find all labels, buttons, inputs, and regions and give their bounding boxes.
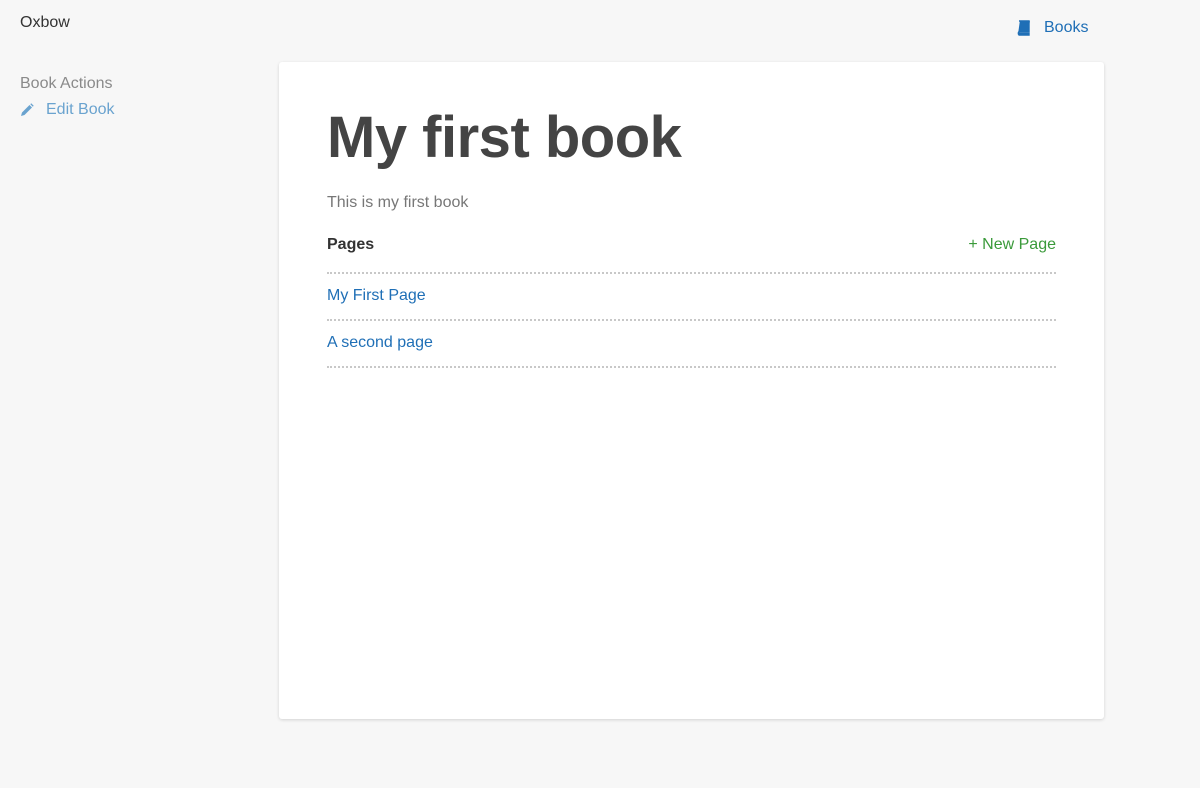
nav-books-label: Books: [1044, 19, 1089, 36]
edit-book-link[interactable]: Edit Book: [20, 101, 240, 119]
page-list: My First Page A second page: [327, 274, 1056, 368]
sidebar-heading: Book Actions: [20, 75, 113, 92]
book-icon: [1016, 20, 1030, 36]
book-description: This is my first book: [327, 194, 469, 211]
brand-name[interactable]: Oxbow: [20, 14, 70, 32]
pencil-icon: [20, 103, 34, 117]
sidebar: Book Actions Edit Book: [20, 75, 240, 119]
pages-label: Pages: [327, 236, 375, 253]
page-list-item[interactable]: My First Page: [327, 274, 1056, 321]
nav-books-link[interactable]: Books: [1016, 19, 1088, 37]
page-list-item[interactable]: A second page: [327, 321, 1056, 368]
new-page-button[interactable]: + New Page: [968, 236, 1056, 254]
pages-header: Pages + New Page: [327, 236, 1056, 274]
book-title: My first book: [327, 105, 682, 170]
book-card: My first book This is my first book Page…: [279, 62, 1104, 719]
edit-book-label: Edit Book: [46, 101, 115, 118]
